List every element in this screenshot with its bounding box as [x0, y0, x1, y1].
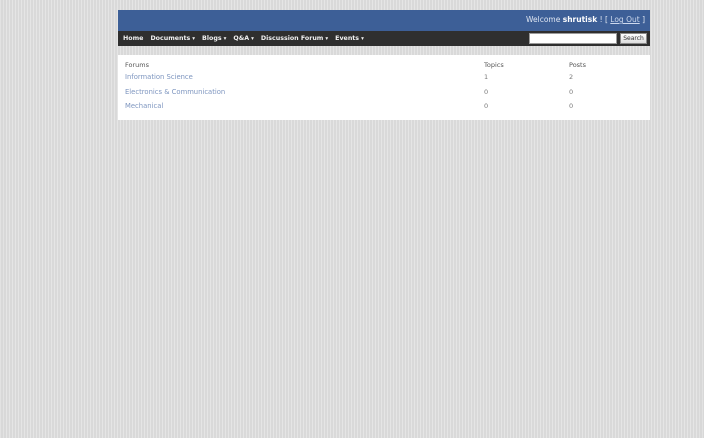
nav-menu: Home Documents ▾ Blogs ▾ Q&A ▾ Discussion F…	[123, 31, 371, 46]
nav-item-label: Discussion Forum	[260, 35, 324, 42]
forum-link-electronics-communication[interactable]: Electronics & Communication	[125, 88, 225, 96]
chevron-down-icon: ▾	[361, 36, 364, 42]
forum-row: Electronics & Communication 0 0	[118, 88, 650, 99]
nav-item-label: Documents	[150, 35, 191, 42]
column-header-forums: Forums	[125, 61, 149, 69]
posts-count: 0	[569, 88, 574, 96]
forum-link-mechanical[interactable]: Mechanical	[125, 102, 163, 110]
logout-bracket-open: ! [	[597, 15, 611, 24]
chevron-down-icon: ▾	[223, 36, 227, 42]
search-input[interactable]	[529, 33, 617, 44]
logout-bracket-close: ]	[639, 15, 645, 24]
chevron-down-icon: ▾	[192, 36, 196, 42]
forum-list-panel: Forums Topics Posts Information Science …	[118, 55, 650, 120]
column-header-topics: Topics	[484, 61, 504, 69]
posts-count: 0	[569, 102, 574, 110]
nav-item-label: Events	[335, 35, 360, 42]
topics-count: 1	[484, 73, 489, 81]
nav-item-qa[interactable]: Q&A ▾	[233, 35, 253, 42]
posts-count: 2	[569, 73, 574, 81]
nav-item-events[interactable]: Events ▾	[335, 35, 364, 42]
username: shrutisk	[562, 15, 598, 24]
welcome-message: Welcome shrutisk ! [ Log Out ]	[526, 15, 645, 24]
nav-item-blogs[interactable]: Blogs ▾	[202, 35, 226, 42]
forum-row: Information Science 1 2	[118, 73, 650, 84]
chevron-down-icon: ▾	[325, 36, 329, 42]
search-button[interactable]: Search	[620, 33, 647, 44]
column-header-posts: Posts	[569, 61, 586, 69]
topics-count: 0	[484, 88, 489, 96]
nav-item-home[interactable]: Home	[123, 35, 143, 42]
topics-count: 0	[484, 102, 489, 110]
welcome-prefix: Welcome	[526, 15, 561, 24]
nav-item-documents[interactable]: Documents ▾	[150, 35, 195, 42]
nav-item-label: Home	[123, 35, 144, 42]
chevron-down-icon: ▾	[251, 36, 254, 42]
nav-item-discussion-forum[interactable]: Discussion Forum ▾	[261, 35, 328, 42]
forum-link-information-science[interactable]: Information Science	[125, 73, 193, 81]
nav-item-label: Q&A	[233, 35, 250, 42]
logout-link[interactable]: Log Out	[610, 15, 639, 24]
site-header: Welcome shrutisk ! [ Log Out ]	[118, 10, 650, 31]
forum-row: Mechanical 0 0	[118, 102, 650, 113]
nav-item-label: Blogs	[202, 35, 222, 42]
main-navbar: Home Documents ▾ Blogs ▾ Q&A ▾ Discussion F…	[118, 31, 650, 46]
